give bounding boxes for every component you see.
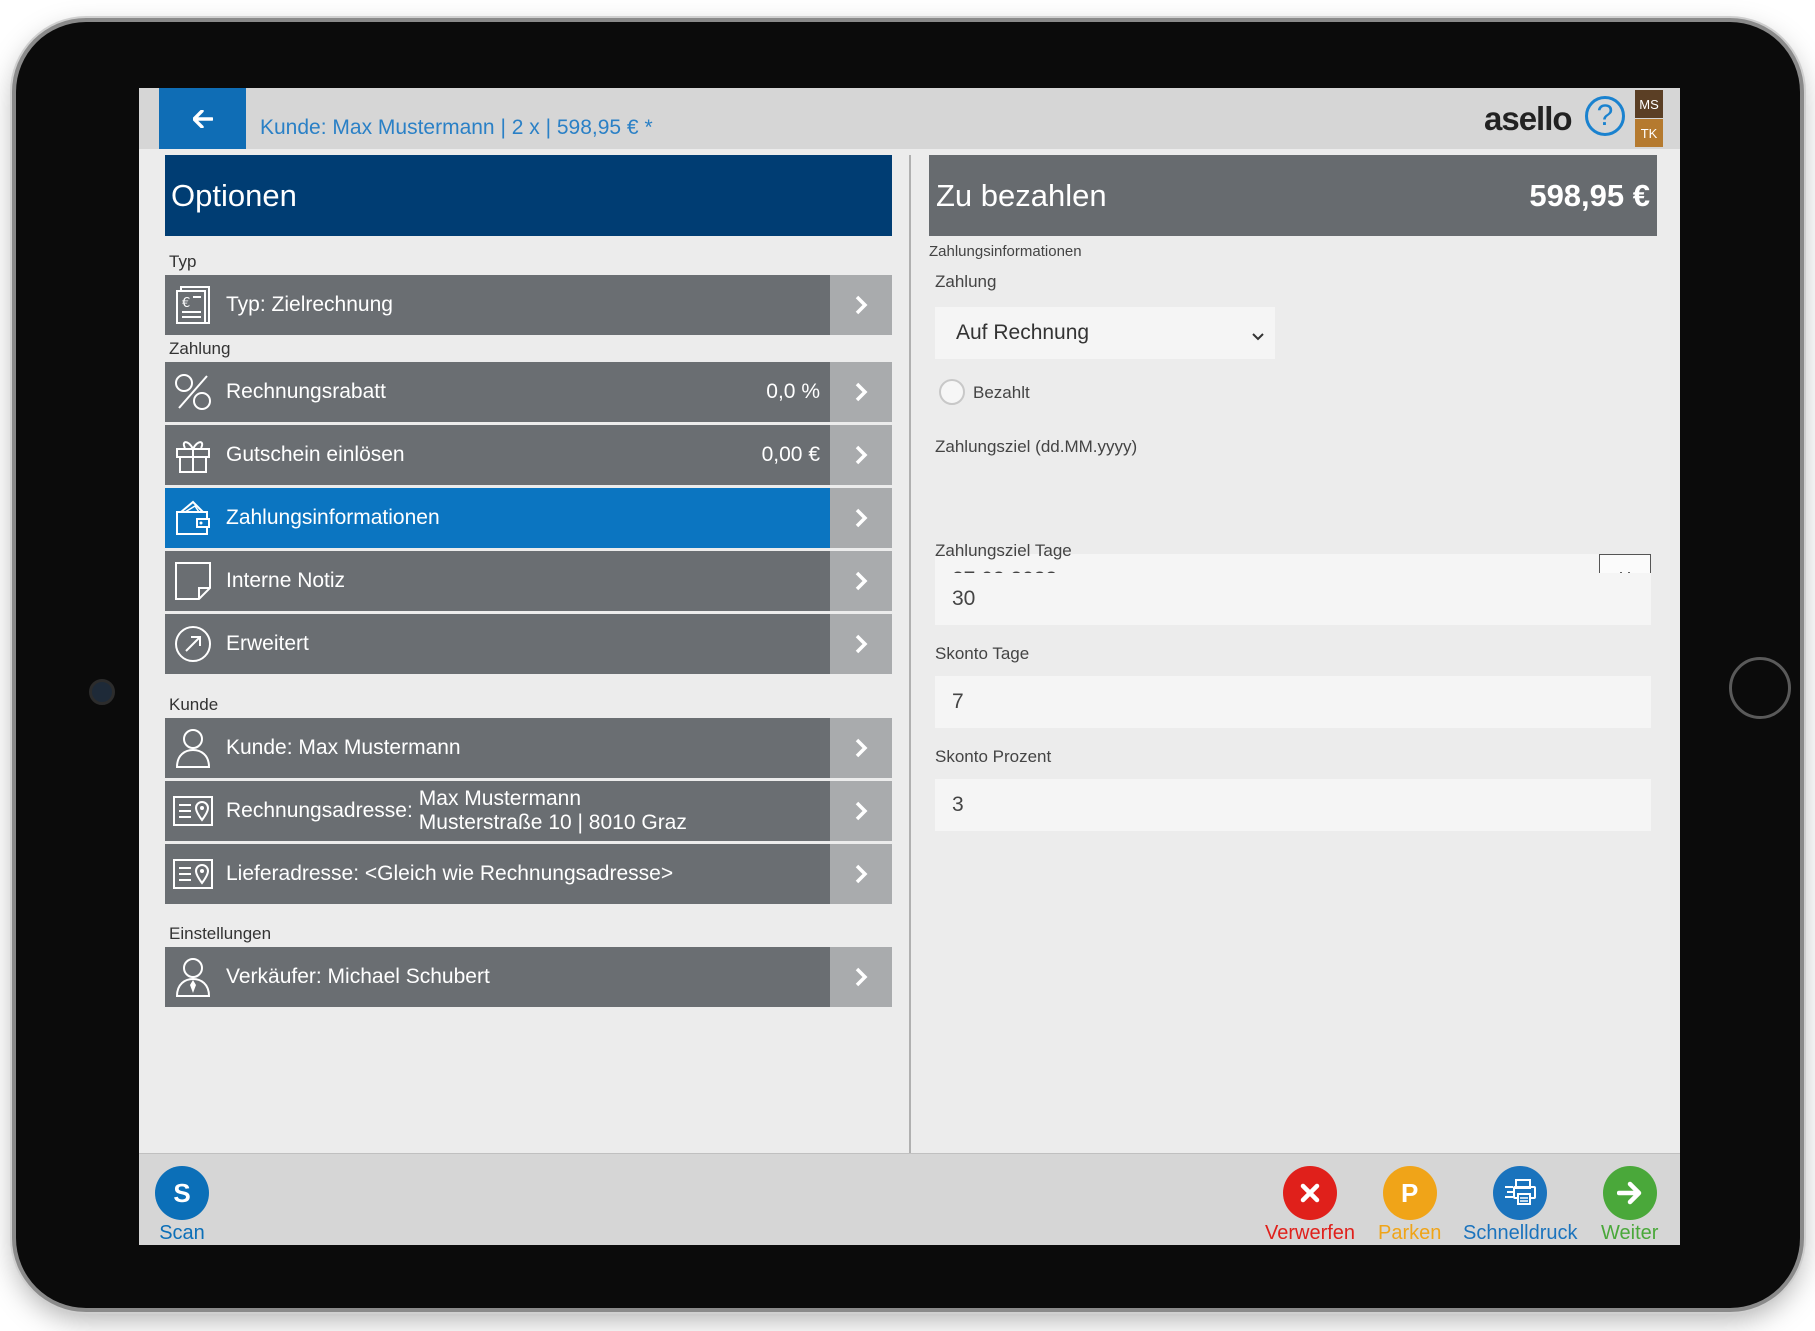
chevron-right-icon[interactable] bbox=[830, 844, 892, 904]
brand-logo: asello bbox=[1484, 100, 1573, 137]
parken-label: Parken bbox=[1378, 1222, 1442, 1244]
zahlungsziel-tage-input[interactable]: 30 bbox=[935, 573, 1651, 625]
option-row-rechnungsrabatt[interactable]: Rechnungsrabatt 0,0 % bbox=[165, 362, 892, 422]
weiter-label: Weiter bbox=[1601, 1222, 1659, 1244]
option-row-verkaeufer[interactable]: Verkäufer: Michael Schubert bbox=[165, 947, 892, 1007]
address-line-1: Max Mustermann bbox=[418, 787, 582, 810]
user-badge-ms[interactable]: MS bbox=[1635, 90, 1663, 118]
option-label: Gutschein einlösen bbox=[226, 443, 405, 466]
chevron-down-icon bbox=[1251, 324, 1265, 348]
chevron-right-icon[interactable] bbox=[830, 488, 892, 548]
option-row-erweitert[interactable]: Erweitert bbox=[165, 614, 892, 674]
seller-icon bbox=[168, 947, 218, 1007]
parking-icon: P bbox=[1382, 1166, 1437, 1220]
bottom-bar: S Scan Verwerfen P Parken Schnelldruck W… bbox=[139, 1153, 1680, 1245]
address-lines: Max Mustermann Musterstraße 10 | 8010 Gr… bbox=[419, 787, 687, 835]
gift-icon bbox=[168, 425, 218, 485]
payment-sub-label: Zahlungsinformationen bbox=[929, 243, 1082, 260]
section-label-einstellungen: Einstellungen bbox=[169, 924, 272, 943]
option-label: Erweitert bbox=[226, 632, 309, 655]
weiter-button[interactable]: Weiter bbox=[1601, 1166, 1658, 1245]
option-label: Kunde: Max Mustermann bbox=[226, 736, 461, 759]
svg-text:€: € bbox=[182, 296, 190, 311]
payment-heading: Zu bezahlen 598,95 € bbox=[929, 155, 1657, 236]
arrow-circle-icon bbox=[168, 614, 218, 674]
section-label-zahlung: Zahlung bbox=[169, 339, 231, 358]
chevron-right-icon[interactable] bbox=[830, 425, 892, 485]
option-label: Typ: Zielrechnung bbox=[226, 293, 393, 316]
option-row-zahlungsinformationen[interactable]: Zahlungsinformationen bbox=[165, 488, 892, 548]
payment-amount: 598,95 € bbox=[1529, 177, 1650, 213]
home-button[interactable] bbox=[1729, 657, 1791, 719]
top-bar: Kunde: Max Mustermann | 2 x | 598,95 € *… bbox=[139, 88, 1680, 149]
section-label-typ: Typ bbox=[169, 252, 197, 271]
option-label: Verkäufer: Michael Schubert bbox=[226, 965, 490, 988]
user-badge-tk[interactable]: TK bbox=[1635, 119, 1663, 147]
zahlung-select[interactable]: Auf Rechnung bbox=[935, 307, 1275, 359]
chevron-right-icon[interactable] bbox=[830, 947, 892, 1007]
parken-button[interactable]: P Parken bbox=[1378, 1166, 1441, 1245]
bezahlt-radio[interactable] bbox=[939, 379, 965, 405]
schnelldruck-label: Schnelldruck bbox=[1463, 1222, 1578, 1244]
skonto-tage-label: Skonto Tage bbox=[935, 644, 1030, 663]
chevron-right-icon[interactable] bbox=[830, 781, 892, 841]
camera bbox=[89, 679, 115, 705]
option-label: Rechnungsrabatt bbox=[226, 380, 386, 403]
arrow-right-icon bbox=[1602, 1166, 1657, 1220]
chevron-right-icon[interactable] bbox=[830, 362, 892, 422]
chevron-right-icon[interactable] bbox=[830, 551, 892, 611]
schnelldruck-button[interactable]: Schnelldruck bbox=[1463, 1166, 1578, 1245]
option-label: Zahlungsinformationen bbox=[226, 506, 440, 529]
chevron-right-icon[interactable] bbox=[830, 614, 892, 674]
percent-icon bbox=[168, 362, 218, 422]
note-icon bbox=[168, 551, 218, 611]
scan-icon: S bbox=[155, 1166, 209, 1220]
invoice-euro-icon: € bbox=[168, 275, 218, 335]
address-card-icon bbox=[168, 844, 218, 904]
option-row-interne-notiz[interactable]: Interne Notiz bbox=[165, 551, 892, 611]
page-title: Kunde: Max Mustermann | 2 x | 598,95 € * bbox=[260, 116, 653, 139]
scan-label: Scan bbox=[159, 1222, 205, 1244]
scan-button[interactable]: S Scan bbox=[155, 1166, 209, 1245]
back-button[interactable] bbox=[159, 88, 246, 149]
address-line-2: Musterstraße 10 | 8010 Graz bbox=[418, 811, 687, 834]
bezahlt-label: Bezahlt bbox=[973, 383, 1030, 402]
printer-icon bbox=[1493, 1166, 1548, 1220]
option-label: Rechnungsadresse: bbox=[226, 799, 413, 822]
option-label: Interne Notiz bbox=[226, 569, 346, 592]
skonto-tage-input[interactable]: 7 bbox=[935, 676, 1651, 728]
options-heading: Optionen bbox=[165, 155, 892, 236]
skonto-prozent-label: Skonto Prozent bbox=[935, 747, 1052, 766]
option-label: Lieferadresse: <Gleich wie Rechnungsadre… bbox=[226, 862, 674, 885]
zahlung-label: Zahlung bbox=[935, 272, 997, 291]
zahlungsziel-label: Zahlungsziel (dd.MM.yyyy) bbox=[935, 437, 1138, 456]
close-icon bbox=[1283, 1166, 1338, 1220]
chevron-right-icon[interactable] bbox=[830, 275, 892, 335]
panel-divider bbox=[909, 155, 911, 1175]
app-screen: Kunde: Max Mustermann | 2 x | 598,95 € *… bbox=[139, 88, 1680, 1245]
option-value: 0,00 € bbox=[761, 443, 820, 466]
arrow-left-icon bbox=[192, 109, 213, 128]
user-icon bbox=[168, 718, 218, 778]
option-row-typ[interactable]: € Typ: Zielrechnung bbox=[165, 275, 892, 335]
option-value: 0,0 % bbox=[766, 380, 820, 403]
zahlung-select-value: Auf Rechnung bbox=[956, 321, 1090, 344]
payment-heading-label: Zu bezahlen bbox=[936, 177, 1107, 213]
skonto-prozent-input[interactable]: 3 bbox=[935, 779, 1651, 831]
zahlungsziel-tage-label: Zahlungsziel Tage bbox=[935, 541, 1072, 560]
option-row-kunde[interactable]: Kunde: Max Mustermann bbox=[165, 718, 892, 778]
option-row-lieferadresse[interactable]: Lieferadresse: <Gleich wie Rechnungsadre… bbox=[165, 844, 892, 904]
option-row-rechnungsadresse[interactable]: Rechnungsadresse: Max Mustermann Musters… bbox=[165, 781, 892, 841]
address-card-icon bbox=[168, 781, 218, 841]
help-button[interactable]: ? bbox=[1585, 96, 1625, 136]
section-label-kunde: Kunde bbox=[169, 695, 219, 714]
option-row-gutschein[interactable]: Gutschein einlösen 0,00 € bbox=[165, 425, 892, 485]
verwerfen-label: Verwerfen bbox=[1265, 1222, 1356, 1244]
wallet-icon bbox=[168, 488, 218, 548]
verwerfen-button[interactable]: Verwerfen bbox=[1265, 1166, 1355, 1245]
chevron-right-icon[interactable] bbox=[830, 718, 892, 778]
